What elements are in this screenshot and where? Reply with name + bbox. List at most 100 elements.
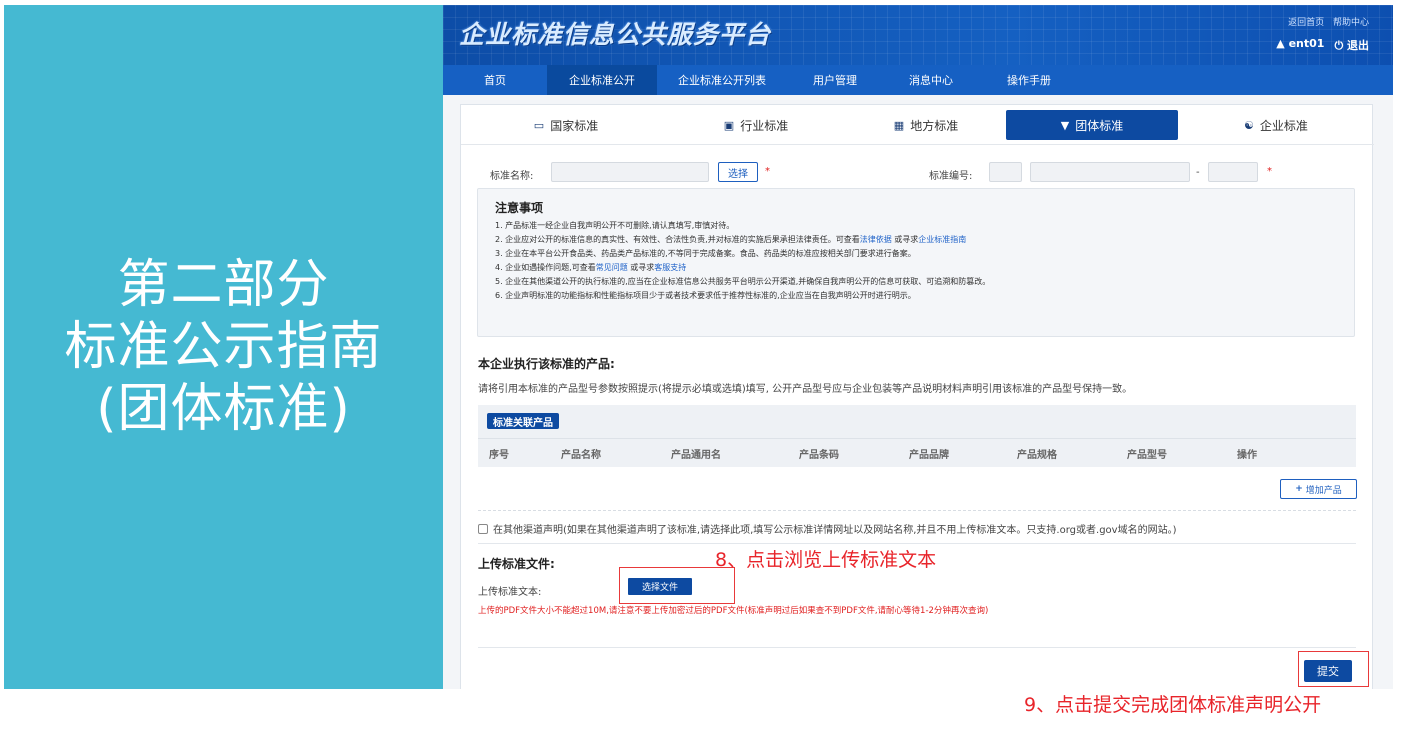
- notice-line-2: 2. 企业应对公开的标准信息的真实性、有效性、合法性负责,并对标准的实施后果承担…: [495, 233, 1337, 247]
- notice-title: 注意事项: [495, 201, 544, 215]
- tab-national-standard[interactable]: ▭ 国家标准: [491, 110, 641, 140]
- nav-home[interactable]: 首页: [443, 65, 547, 95]
- help-link[interactable]: 帮助中心: [1333, 18, 1369, 28]
- col-actions: 操作: [1237, 449, 1257, 461]
- section-title: 第二部分 标准公示指南 (团体标准): [64, 254, 382, 440]
- other-channel-option[interactable]: 在其他渠道声明(如果在其他渠道声明了该标准,请选择此项,填写公示标准详情网址以及…: [478, 521, 1176, 536]
- add-product-button[interactable]: + 增加产品: [1280, 479, 1357, 499]
- tab-label: 行业标准: [740, 118, 789, 133]
- nav-message-center[interactable]: 消息中心: [883, 65, 979, 95]
- power-icon: ⏻: [1334, 39, 1344, 52]
- notice-text: 或寻求: [627, 263, 655, 272]
- linked-products-badge: 标准关联产品: [487, 413, 559, 429]
- top-links: 返回首页 帮助中心: [1282, 15, 1369, 28]
- required-mark: *: [1267, 166, 1272, 177]
- annotation-step-9: 9、点击提交完成团体标准声明公开: [1024, 694, 1322, 716]
- notice-line-1: 1. 产品标准一经企业自我声明公开不可删除,请认真填写,审慎对待。: [495, 219, 1337, 233]
- choose-standard-button[interactable]: 选择: [718, 162, 758, 182]
- section-title-panel: 第二部分 标准公示指南 (团体标准): [4, 5, 443, 689]
- user-menu[interactable]: ▲ ent01: [1276, 37, 1324, 53]
- notice-text: 1. 产品标准一经企业自我声明公开不可删除,请认真填写,审慎对待。: [495, 221, 735, 230]
- notice-line-6: 6. 企业声明标准的功能指标和性能指标项目少于或者技术要求低于推荐性标准的,企业…: [495, 289, 1337, 303]
- faq-link[interactable]: 常见问题: [596, 263, 628, 272]
- platform-screenshot: 企业标准信息公共服务平台 返回首页 帮助中心 ▲ ent01 ⏻ 退出 首页 企…: [443, 5, 1393, 689]
- annotation-highlight-choose-file: [619, 567, 735, 604]
- logout-label: 退出: [1347, 39, 1369, 52]
- book-icon: ▭: [533, 118, 545, 132]
- notice-line-5: 5. 企业在其他渠道公开的执行标准的,应当在企业标准信息公共服务平台明示公开渠道…: [495, 275, 1337, 289]
- products-heading: 本企业执行该标准的产品:: [478, 357, 615, 371]
- col-brand: 产品品牌: [909, 449, 949, 461]
- divider: [478, 510, 1356, 511]
- col-generic-name: 产品通用名: [671, 449, 721, 461]
- bank-icon: ☯: [1244, 118, 1254, 132]
- notice-line-4: 4. 企业如遇操作问题,可查看常见问题 或寻求客服支持: [495, 261, 1337, 275]
- slide: 第二部分 标准公示指南 (团体标准) 企业标准信息公共服务平台 返回首页 帮助中…: [0, 0, 1408, 742]
- std-name-label: 标准名称:: [490, 171, 534, 182]
- document-icon: ▦: [893, 118, 905, 132]
- nav-publish-list[interactable]: 企业标准公开列表: [657, 65, 787, 95]
- other-channel-checkbox[interactable]: [478, 523, 488, 534]
- site-header: 企业标准信息公共服务平台 返回首页 帮助中心 ▲ ent01 ⏻ 退出: [443, 5, 1393, 65]
- legal-basis-link[interactable]: 法律依据: [860, 235, 892, 244]
- tab-local-standard[interactable]: ▦ 地方标准: [851, 110, 1001, 140]
- notice-box: 注意事项 1. 产品标准一经企业自我声明公开不可删除,请认真填写,审慎对待。 2…: [477, 188, 1355, 337]
- other-channel-label: 在其他渠道声明(如果在其他渠道声明了该标准,请选择此项,填写公示标准详情网址以及…: [493, 525, 1177, 536]
- annotation-highlight-submit: [1298, 651, 1369, 687]
- col-barcode: 产品条码: [799, 449, 839, 461]
- std-name-input[interactable]: [551, 162, 709, 182]
- tab-industry-standard[interactable]: ▣ 行业标准: [681, 110, 831, 140]
- tab-enterprise-standard[interactable]: ☯ 企业标准: [1201, 110, 1351, 140]
- add-product-label: 增加产品: [1305, 485, 1342, 496]
- user-icon: ▲: [1276, 37, 1285, 50]
- section-title-line-2: 标准公示指南: [64, 317, 383, 377]
- notice-text: 4. 企业如遇操作问题,可查看: [495, 263, 596, 272]
- tab-group-standard[interactable]: ▼ 团体标准: [1006, 110, 1178, 140]
- nav-enterprise-standard-publish[interactable]: 企业标准公开: [547, 65, 657, 95]
- section-title-line-3: (团体标准): [96, 379, 351, 439]
- notice-line-3: 3. 企业在本平台公开食品类、药品类产品标准的,不等同于完成备案。食品、药品类的…: [495, 247, 1337, 261]
- notice-text: 3. 企业在本平台公开食品类、药品类产品标准的,不等同于完成备案。食品、药品类的…: [495, 249, 916, 258]
- notice-text: 2. 企业应对公开的标准信息的真实性、有效性、合法性负责,并对标准的实施后果承担…: [495, 235, 860, 244]
- section-title-line-1: 第二部分: [117, 255, 330, 315]
- site-logo-title: 企业标准信息公共服务平台: [459, 20, 772, 49]
- home-link[interactable]: 返回首页: [1288, 18, 1324, 28]
- products-tip: 请将引用本标准的产品型号参数按照提示(将提示必填或选填)填写, 公开产品型号应与…: [478, 384, 1133, 395]
- required-mark: *: [765, 166, 770, 177]
- tab-label: 地方标准: [910, 118, 959, 133]
- nav-user-management[interactable]: 用户管理: [787, 65, 883, 95]
- notice-text: 5. 企业在其他渠道公开的执行标准的,应当在企业标准信息公共服务平台明示公开渠道…: [495, 277, 991, 286]
- standard-type-tabs: ▭ 国家标准 ▣ 行业标准 ▦ 地方标准 ▼ 团体标准 ☯ 企业标准: [461, 105, 1374, 145]
- product-table-header: 序号 产品名称 产品通用名 产品条码 产品品牌 产品规格 产品型号 操作: [478, 438, 1356, 467]
- col-model: 产品型号: [1127, 449, 1167, 461]
- col-index: 序号: [489, 449, 509, 461]
- nav-manual[interactable]: 操作手册: [979, 65, 1079, 95]
- user-area: ▲ ent01 ⏻ 退出: [1276, 37, 1369, 53]
- std-year-input[interactable]: [1208, 162, 1258, 182]
- publish-form-card: ▭ 国家标准 ▣ 行业标准 ▦ 地方标准 ▼ 团体标准 ☯ 企业标准 标准名称:…: [460, 104, 1374, 689]
- upload-warning: 上传的PDF文件大小不能超过10M,请注意不要上传加密过后的PDF文件(标准声明…: [478, 606, 989, 616]
- std-number-input[interactable]: [1030, 162, 1190, 182]
- notice-text: 6. 企业声明标准的功能指标和性能指标项目少于或者技术要求低于推荐性标准的,企业…: [495, 291, 916, 300]
- briefcase-icon: ▣: [723, 118, 735, 132]
- upload-label: 上传标准文本:: [478, 587, 542, 598]
- shield-icon: ▼: [1060, 118, 1070, 132]
- enterprise-guide-link[interactable]: 企业标准指南: [918, 235, 966, 244]
- std-number-prefix-input[interactable]: [989, 162, 1022, 182]
- col-product-name: 产品名称: [561, 449, 601, 461]
- divider: [478, 647, 1356, 648]
- tab-label: 国家标准: [550, 118, 599, 133]
- std-number-dash: -: [1196, 167, 1200, 178]
- notice-text: 或寻求: [891, 235, 919, 244]
- divider: [478, 543, 1356, 544]
- annotation-step-8: 8、点击浏览上传标准文本: [715, 549, 937, 571]
- upload-heading: 上传标准文件:: [478, 557, 555, 571]
- support-link[interactable]: 客服支持: [654, 263, 686, 272]
- username: ent01: [1288, 37, 1325, 50]
- main-nav: 首页 企业标准公开 企业标准公开列表 用户管理 消息中心 操作手册: [443, 65, 1393, 95]
- tab-label: 企业标准: [1259, 118, 1308, 133]
- tab-label: 团体标准: [1075, 118, 1124, 133]
- product-table: 标准关联产品 序号 产品名称 产品通用名 产品条码 产品品牌 产品规格 产品型号…: [478, 405, 1356, 467]
- plus-icon: +: [1295, 484, 1303, 494]
- logout-button[interactable]: ⏻ 退出: [1334, 37, 1369, 53]
